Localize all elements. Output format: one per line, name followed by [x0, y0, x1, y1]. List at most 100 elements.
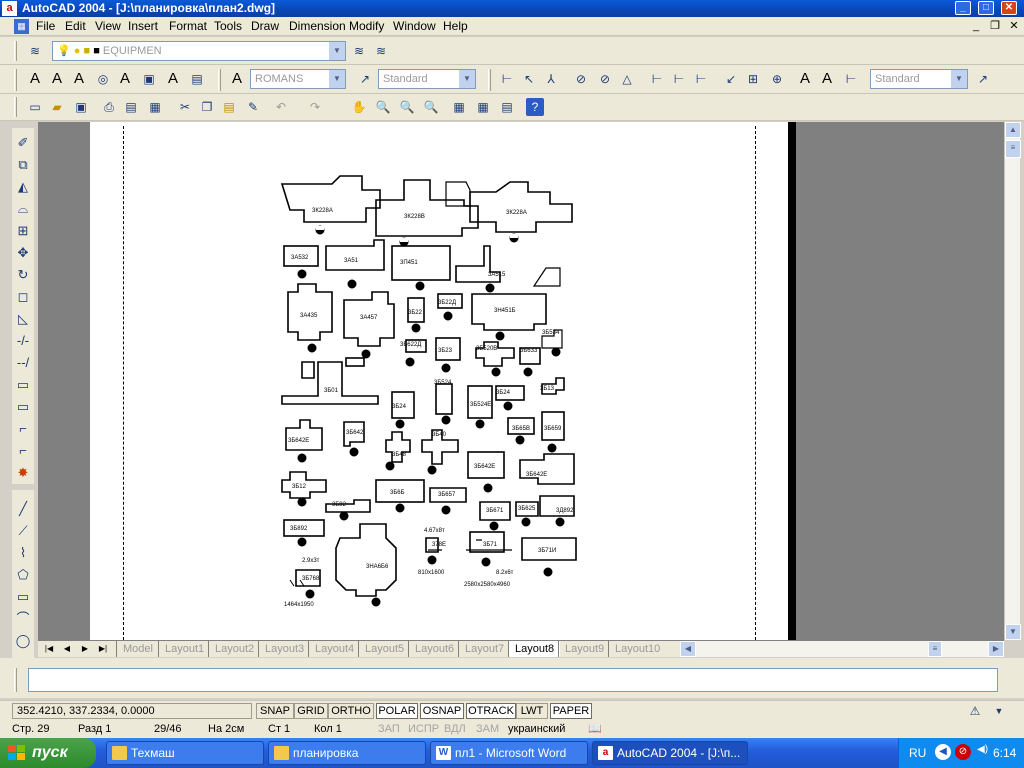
make-object-layer-current-icon[interactable]: ≋: [350, 42, 368, 60]
menu-tools[interactable]: Tools: [214, 19, 242, 34]
text-style-icon[interactable]: A: [116, 70, 134, 88]
toolbar-grip[interactable]: [14, 69, 17, 91]
break-icon[interactable]: ▭: [14, 376, 32, 394]
text-style-combo[interactable]: ROMANS ▼: [250, 69, 346, 89]
tab-layout7[interactable]: Layout7: [458, 641, 510, 657]
justify-text-icon[interactable]: A: [164, 70, 182, 88]
scroll-up-button[interactable]: ▲: [1005, 122, 1021, 138]
chevron-down-icon[interactable]: ▼: [329, 70, 345, 88]
dimension-style-icon[interactable]: ↗: [356, 70, 374, 88]
task-word[interactable]: W пл1 - Microsoft Word: [430, 741, 588, 765]
command-line-grip[interactable]: [14, 668, 17, 692]
dimension-edit-icon[interactable]: A: [796, 70, 814, 88]
tool-palettes-icon[interactable]: ▤: [498, 98, 516, 116]
dim-style-combo-2[interactable]: Standard ▼: [870, 69, 968, 89]
polyline-icon[interactable]: ⌇: [14, 544, 32, 562]
aligned-dimension-icon[interactable]: ↖: [520, 70, 538, 88]
mdi-close-button[interactable]: ✕: [1006, 19, 1022, 33]
speaker-icon[interactable]: ◀): [977, 744, 988, 755]
quick-dimension-icon[interactable]: ⊢: [648, 70, 666, 88]
continue-dimension-icon[interactable]: ⊢: [692, 70, 710, 88]
no-entry-icon[interactable]: ⊘: [955, 744, 971, 760]
linear-dimension-icon[interactable]: ⊢: [498, 70, 516, 88]
menu-window[interactable]: Window: [393, 19, 436, 34]
tab-layout6[interactable]: Layout6: [408, 641, 460, 657]
zoom-previous-icon[interactable]: 🔍: [422, 98, 440, 116]
baseline-dimension-icon[interactable]: ⊢: [670, 70, 688, 88]
start-button[interactable]: пуск: [0, 738, 96, 768]
offset-icon[interactable]: ⌓: [14, 200, 32, 218]
last-tab-button[interactable]: ▶|: [94, 642, 112, 656]
paper-sheet[interactable]: 3К228А 3К228В 3К228А 3А532 3А51 3П451 3А…: [90, 122, 788, 640]
record-indicator[interactable]: ЗАП: [378, 722, 400, 736]
center-mark-icon[interactable]: ⊕: [768, 70, 786, 88]
circle-icon[interactable]: ◯: [14, 632, 32, 650]
tab-layout8[interactable]: Layout8: [508, 641, 561, 657]
styles-text-icon[interactable]: A: [228, 70, 246, 88]
maximize-button[interactable]: □: [978, 1, 994, 15]
tab-layout5[interactable]: Layout5: [358, 641, 410, 657]
chevron-down-icon[interactable]: ▼: [951, 70, 967, 88]
communication-center-icon[interactable]: ⚠: [966, 702, 984, 720]
polar-toggle[interactable]: POLAR: [376, 703, 418, 719]
task-planirovka[interactable]: планировка: [268, 741, 426, 765]
show-hidden-icons-icon[interactable]: ◀: [935, 744, 951, 760]
pan-icon[interactable]: ✋: [350, 98, 368, 116]
zoom-realtime-icon[interactable]: 🔍: [374, 98, 392, 116]
tab-layout10[interactable]: Layout10: [608, 641, 666, 657]
first-tab-button[interactable]: |◀: [40, 642, 58, 656]
match-properties-icon[interactable]: ✎: [244, 98, 262, 116]
polygon-icon[interactable]: ⬠: [14, 566, 32, 584]
ortho-toggle[interactable]: ORTHO: [328, 703, 374, 719]
command-input[interactable]: [28, 668, 998, 692]
erase-icon[interactable]: ✐: [14, 134, 32, 152]
coordinate-display[interactable]: 352.4210, 337.2334, 0.0000: [12, 703, 252, 719]
grid-toggle[interactable]: GRID: [294, 703, 328, 719]
rotate-icon[interactable]: ↻: [14, 266, 32, 284]
redo-icon[interactable]: ↷: [306, 98, 324, 116]
layer-combo[interactable]: 💡 ● ■ ■ EQUIPMEN ▼: [52, 41, 346, 61]
task-techmash[interactable]: Техмаш: [106, 741, 264, 765]
mdi-restore-button[interactable]: ❐: [987, 19, 1003, 33]
toolbar-grip[interactable]: [14, 41, 17, 61]
scroll-down-button[interactable]: ▼: [1005, 624, 1021, 640]
trim-icon[interactable]: -/-: [14, 332, 32, 350]
dimension-update-icon[interactable]: ⊢: [842, 70, 860, 88]
scroll-right-button[interactable]: ▶: [988, 641, 1004, 657]
new-file-icon[interactable]: ▭: [26, 98, 44, 116]
osnap-toggle[interactable]: OSNAP: [420, 703, 464, 719]
arc-icon[interactable]: ⌒: [14, 610, 32, 628]
close-button[interactable]: ✕: [1001, 1, 1017, 15]
cut-icon[interactable]: ✂: [176, 98, 194, 116]
scale-text-icon[interactable]: ▣: [140, 70, 158, 88]
horizontal-scrollbar[interactable]: ◀ ≡ ▶: [680, 641, 1004, 657]
zoom-window-icon[interactable]: 🔍: [398, 98, 416, 116]
menu-format[interactable]: Format: [169, 19, 207, 34]
diameter-dimension-icon[interactable]: ⊘: [596, 70, 614, 88]
move-icon[interactable]: ✥: [14, 244, 32, 262]
layer-previous-icon[interactable]: ≋: [372, 42, 390, 60]
design-center-icon[interactable]: ▦: [474, 98, 492, 116]
lwt-toggle[interactable]: LWT: [516, 703, 548, 719]
minimize-button[interactable]: _: [955, 1, 971, 15]
menu-file[interactable]: File: [36, 19, 55, 34]
scroll-left-button[interactable]: ◀: [680, 641, 696, 657]
scroll-thumb[interactable]: ≡: [1005, 140, 1021, 158]
document-icon[interactable]: ▦: [14, 19, 29, 34]
paste-icon[interactable]: ▤: [220, 98, 238, 116]
extend-icon[interactable]: --/: [14, 354, 32, 372]
help-icon[interactable]: ?: [526, 98, 544, 116]
rectangle-icon[interactable]: ▭: [14, 588, 32, 606]
toolbar-grip[interactable]: [218, 69, 221, 91]
properties-icon[interactable]: ▦: [450, 98, 468, 116]
horizontal-scroll-thumb[interactable]: ≡: [928, 641, 942, 657]
chamfer-icon[interactable]: ⌐: [14, 420, 32, 438]
angular-dimension-icon[interactable]: △: [618, 70, 636, 88]
array-icon[interactable]: ⊞: [14, 222, 32, 240]
convert-distance-icon[interactable]: ▤: [188, 70, 206, 88]
tab-layout1[interactable]: Layout1: [158, 641, 210, 657]
single-line-text-icon[interactable]: A: [48, 70, 66, 88]
print-icon[interactable]: ⎙: [100, 98, 118, 116]
tab-layout3[interactable]: Layout3: [258, 641, 310, 657]
menu-dimension[interactable]: Dimension: [289, 19, 346, 34]
